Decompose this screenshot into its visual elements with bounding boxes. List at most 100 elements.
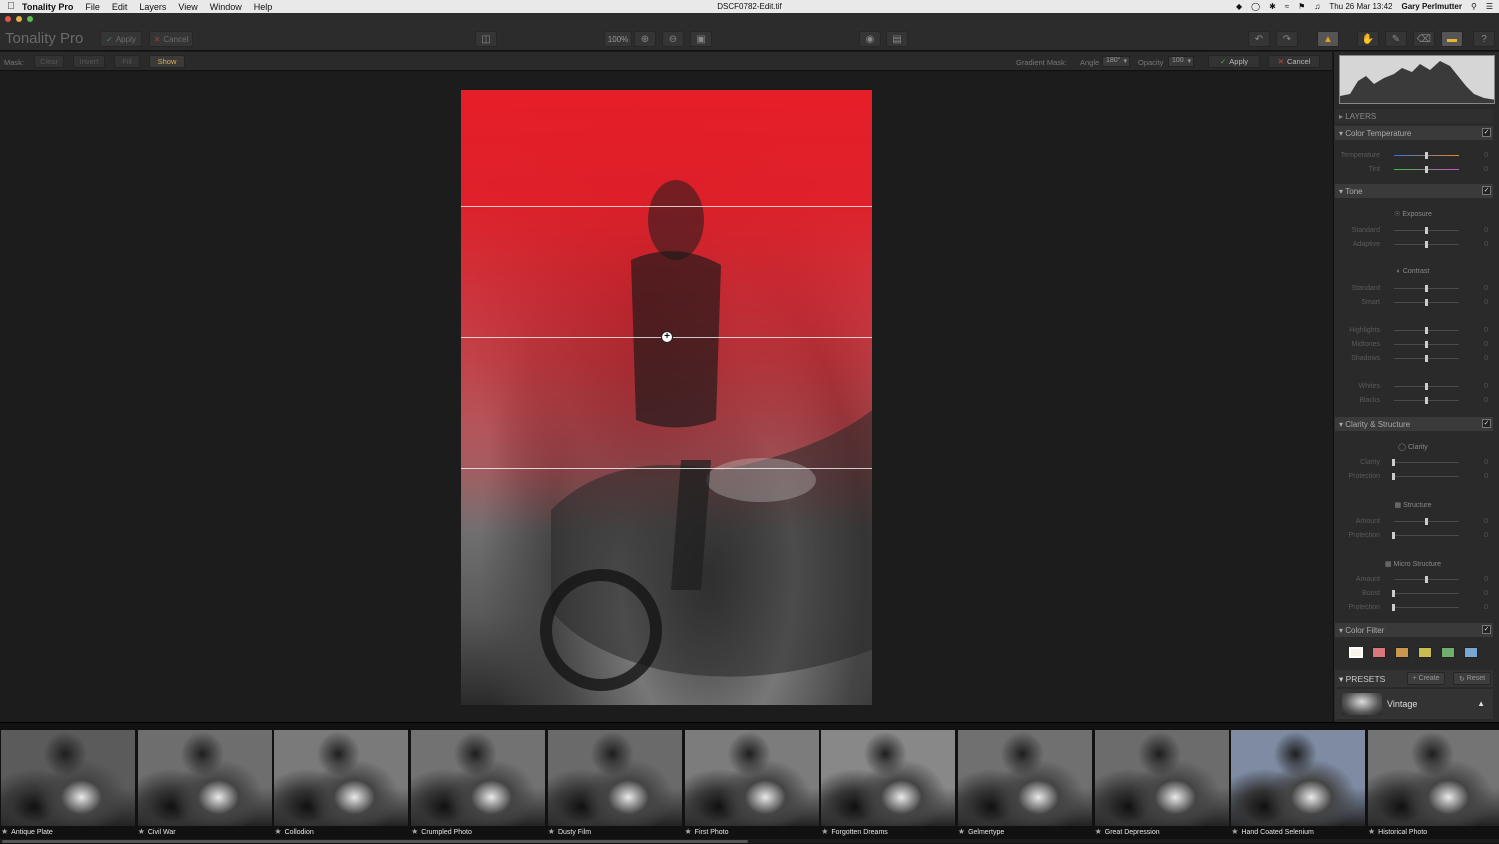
structure-amount-slider[interactable]: Amount 0 <box>1334 516 1492 528</box>
clarity-structure-checkbox[interactable]: ✓ <box>1482 419 1491 428</box>
shadows-thumb[interactable] <box>1425 355 1428 362</box>
mask-clear-button[interactable]: Clear <box>34 55 64 68</box>
clarity-structure-header[interactable]: ▾ Clarity & Structure ✓ <box>1335 417 1493 431</box>
filmstrip-scrollbar[interactable] <box>0 839 1499 843</box>
favorite-star-icon[interactable]: ★ <box>1 827 8 836</box>
color-temperature-header[interactable]: ▾ Color Temperature ✓ <box>1335 126 1493 140</box>
exposure-standard-slider[interactable]: Standard 0 <box>1334 225 1492 237</box>
micro-protection-thumb[interactable] <box>1392 604 1395 611</box>
exposure-adaptive-thumb[interactable] <box>1425 241 1428 248</box>
menu-view[interactable]: View <box>178 2 197 12</box>
micro-boost-slider[interactable]: Boost 0 <box>1334 588 1492 600</box>
clarity-thumb[interactable] <box>1392 459 1395 466</box>
color-filter-swatch[interactable] <box>1418 647 1432 658</box>
color-filter-swatch[interactable] <box>1349 647 1363 658</box>
help-icon[interactable]: ? <box>1473 31 1495 47</box>
preset-thumbnail[interactable]: ★ Antique Plate <box>1 730 135 836</box>
compare-view-icon[interactable]: ◫ <box>475 31 497 47</box>
mask-cancel-button[interactable]: ✕ Cancel <box>1268 55 1320 68</box>
volume-icon[interactable]: ♫ <box>1314 2 1320 11</box>
angle-select[interactable]: 180° ▾ <box>1102 56 1130 67</box>
preset-thumbnail[interactable]: ★ Forgotten Dreams <box>821 730 956 836</box>
zoom-100-button[interactable]: 100% <box>604 31 632 47</box>
clarity-protection-thumb[interactable] <box>1392 473 1395 480</box>
fit-screen-icon[interactable]: ▣ <box>690 31 712 47</box>
structure-amount-thumb[interactable] <box>1425 518 1428 525</box>
structure-protection-slider[interactable]: Protection 0 <box>1334 530 1492 542</box>
mask-invert-button[interactable]: Invert <box>73 55 105 68</box>
favorite-star-icon[interactable]: ★ <box>685 827 692 836</box>
menu-app-name[interactable]: Tonality Pro <box>22 2 73 12</box>
image-canvas[interactable]: + <box>0 72 1332 722</box>
close-window-icon[interactable] <box>5 16 11 22</box>
exposure-adaptive-slider[interactable]: Adaptive 0 <box>1334 239 1492 251</box>
cancel-button[interactable]: ✕ Cancel <box>149 31 193 47</box>
highlights-thumb[interactable] <box>1425 327 1428 334</box>
clarity-slider[interactable]: Clarity 0 <box>1334 457 1492 469</box>
list-icon[interactable]: ☰ <box>1486 2 1493 11</box>
favorite-star-icon[interactable]: ★ <box>138 827 145 836</box>
structure-protection-thumb[interactable] <box>1392 532 1395 539</box>
midtones-thumb[interactable] <box>1425 341 1428 348</box>
blacks-slider[interactable]: Blacks 0 <box>1334 395 1492 407</box>
favorite-star-icon[interactable]: ★ <box>958 827 965 836</box>
gradient-icon[interactable]: ▬ <box>1441 31 1463 47</box>
favorite-star-icon[interactable]: ★ <box>1231 827 1238 836</box>
whites-slider[interactable]: Whites 0 <box>1334 381 1492 393</box>
preset-thumbnail[interactable]: ★ Gelmertype <box>957 730 1092 836</box>
split-view-icon[interactable]: ▤ <box>886 31 908 47</box>
favorite-star-icon[interactable]: ★ <box>1095 827 1102 836</box>
zoom-in-icon[interactable]: ⊕ <box>634 31 656 47</box>
preset-thumbnail[interactable]: ★ Historical Photo <box>1368 730 1499 836</box>
menu-layers[interactable]: Layers <box>139 2 166 12</box>
color-filter-swatch[interactable] <box>1464 647 1478 658</box>
tone-header[interactable]: ▾ Tone ✓ <box>1335 184 1493 198</box>
filmstrip-scroll-thumb[interactable] <box>2 840 748 843</box>
favorite-star-icon[interactable]: ★ <box>548 827 555 836</box>
micro-amount-thumb[interactable] <box>1425 576 1428 583</box>
zoom-out-icon[interactable]: ⊖ <box>662 31 684 47</box>
exposure-standard-thumb[interactable] <box>1425 227 1428 234</box>
preset-category-selector[interactable]: Vintage ▲ <box>1335 689 1493 719</box>
minimize-window-icon[interactable] <box>16 16 22 22</box>
preset-thumbnail[interactable]: ★ Collodion <box>274 730 409 836</box>
opacity-select[interactable]: 100 ▾ <box>1168 56 1194 67</box>
contrast-standard-slider[interactable]: Standard 0 <box>1334 283 1492 295</box>
create-preset-button[interactable]: + Create <box>1407 672 1445 685</box>
color-filter-swatch[interactable] <box>1372 647 1386 658</box>
preset-thumbnail[interactable]: ★ Civil War <box>137 730 272 836</box>
gradient-guide-bottom[interactable] <box>461 468 872 469</box>
color-filter-swatch[interactable] <box>1441 647 1455 658</box>
preset-thumbnail[interactable]: ★ First Photo <box>684 730 819 836</box>
favorite-star-icon[interactable]: ★ <box>411 827 418 836</box>
eye-icon[interactable]: ◉ <box>859 31 881 47</box>
menu-file[interactable]: File <box>85 2 100 12</box>
whites-thumb[interactable] <box>1425 383 1428 390</box>
midtones-slider[interactable]: Midtones 0 <box>1334 339 1492 351</box>
photo-preview[interactable]: + <box>461 90 872 705</box>
tint-slider[interactable]: Tint 0 <box>1334 164 1492 176</box>
mask-show-button[interactable]: Show <box>149 55 185 68</box>
preset-thumbnail[interactable]: ★ Great Depression <box>1094 730 1229 836</box>
favorite-star-icon[interactable]: ★ <box>1368 827 1375 836</box>
zoom-window-icon[interactable] <box>27 16 33 22</box>
presets-title[interactable]: ▾ PRESETS <box>1339 674 1385 685</box>
eraser-icon[interactable]: ⌫ <box>1413 31 1435 47</box>
redo-icon[interactable]: ↷ <box>1276 31 1298 47</box>
gradient-move-handle-icon[interactable]: + <box>661 331 673 343</box>
reset-preset-button[interactable]: ↻ Reset <box>1453 672 1491 685</box>
hand-icon[interactable]: ✋ <box>1357 31 1379 47</box>
preset-thumbnail[interactable]: ★ Dusty Film <box>547 730 682 836</box>
wifi-icon[interactable]: ≈ <box>1285 2 1289 11</box>
highlights-slider[interactable]: Highlights 0 <box>1334 325 1492 337</box>
clarity-protection-slider[interactable]: Protection 0 <box>1334 471 1492 483</box>
preset-thumbnail[interactable]: ★ Crumpled Photo <box>411 730 546 836</box>
contrast-standard-thumb[interactable] <box>1425 285 1428 292</box>
bluetooth-icon[interactable]: ✱ <box>1269 2 1276 11</box>
gradient-guide-top[interactable] <box>461 206 872 207</box>
preset-thumbnail[interactable]: ★ Hand Coated Selenium <box>1231 730 1366 836</box>
micro-boost-thumb[interactable] <box>1392 590 1395 597</box>
flag-icon[interactable]: ⚑ <box>1298 2 1305 11</box>
apply-button[interactable]: ✓ Apply <box>100 31 142 47</box>
search-icon[interactable]: ⚲ <box>1471 2 1477 11</box>
